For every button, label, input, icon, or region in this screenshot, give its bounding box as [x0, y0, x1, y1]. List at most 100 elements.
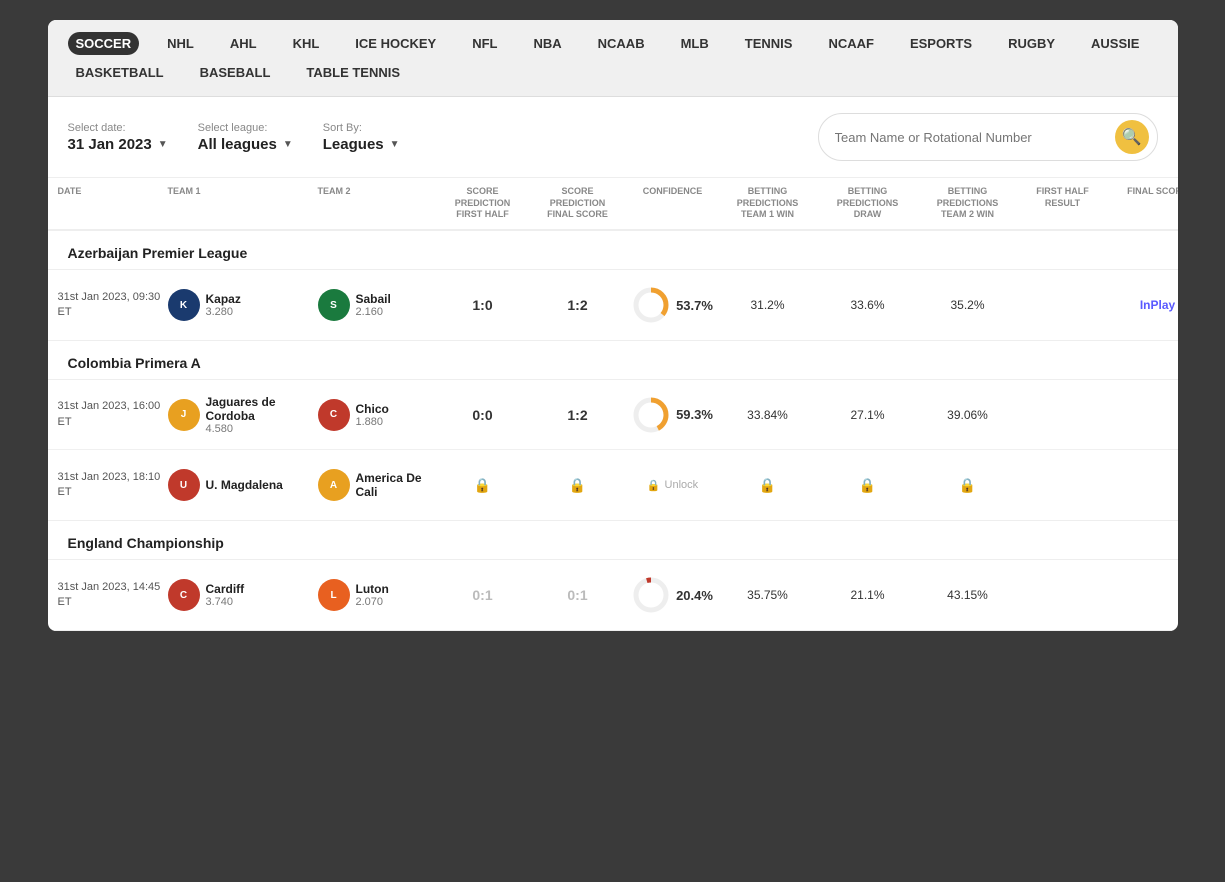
team1-name: Cardiff [206, 582, 245, 596]
bet-draw: 27.1% [818, 408, 918, 422]
filter-bar: Select date: 31 Jan 2023 ▼ Select league… [48, 97, 1178, 178]
col-first-result: FIRST HALFRESULT [1018, 186, 1108, 221]
score-first: 0:1 [438, 587, 528, 603]
nav-item-table-tennis[interactable]: TABLE TENNIS [298, 61, 408, 84]
sort-value[interactable]: Leagues ▼ [323, 136, 400, 153]
search-icon: 🔍 [1122, 127, 1142, 147]
lock-icon: 🔒 [474, 477, 491, 493]
nav-item-tennis[interactable]: TENNIS [737, 32, 801, 55]
nav-item-khl[interactable]: KHL [285, 32, 328, 55]
confidence-donut [632, 396, 670, 434]
confidence-pct: 59.3% [676, 407, 713, 422]
score-final-locked: 🔒 [528, 477, 628, 494]
score-final: 1:2 [528, 407, 628, 423]
confidence-cell-locked[interactable]: 🔒 Unlock [628, 479, 718, 492]
nav-item-nhl[interactable]: NHL [159, 32, 202, 55]
nav-item-esports[interactable]: ESPORTS [902, 32, 980, 55]
col-score-final: SCOREPREDICTIONFINAL SCORE [528, 186, 628, 221]
search-input[interactable] [835, 130, 1115, 145]
score-first-locked: 🔒 [438, 477, 528, 494]
league-title-colombia: Colombia Primera A [48, 341, 1178, 380]
nav-item-nfl[interactable]: NFL [464, 32, 505, 55]
final-score-result: InPlay [1108, 298, 1178, 312]
league-filter[interactable]: Select league: All leagues ▼ [198, 122, 293, 153]
lock-icon: 🔒 [959, 477, 976, 493]
table-row: 31st Jan 2023, 16:00 ET J Jaguares de Co… [48, 380, 1178, 450]
nav-item-aussie[interactable]: AUSSIE [1083, 32, 1147, 55]
nav-item-baseball[interactable]: BASEBALL [192, 61, 279, 84]
league-section-england: England Championship 31st Jan 2023, 14:4… [48, 521, 1178, 631]
team1-cell: U U. Magdalena [168, 469, 318, 501]
lock-icon: 🔒 [569, 477, 586, 493]
date-chevron-icon: ▼ [158, 139, 168, 150]
col-bet-team2: BETTINGPREDICTIONSTEAM 2 WIN [918, 186, 1018, 221]
league-chevron-icon: ▼ [283, 139, 293, 150]
confidence-cell: 59.3% [628, 396, 718, 434]
team2-cell: L Luton 2.070 [318, 579, 438, 611]
nav-item-ncaaf[interactable]: NCAAF [820, 32, 882, 55]
confidence-cell: 53.7% [628, 286, 718, 324]
lock-icon: 🔒 [859, 477, 876, 493]
table-row: 31st Jan 2023, 18:10 ET U U. Magdalena A… [48, 450, 1178, 520]
inplay-label: InPlay [1140, 298, 1175, 312]
nav-item-rugby[interactable]: RUGBY [1000, 32, 1063, 55]
col-bet-team1: BETTINGPREDICTIONSTEAM 1 WIN [718, 186, 818, 221]
nav-item-mlb[interactable]: MLB [673, 32, 717, 55]
nav-bar: SOCCER NHL AHL KHL ICE HOCKEY NFL NBA NC… [48, 20, 1178, 97]
match-date: 31st Jan 2023, 16:00 ET [58, 399, 168, 430]
team2-cell: S Sabail 2.160 [318, 289, 438, 321]
bet-team1: 31.2% [718, 298, 818, 312]
confidence-pct: 20.4% [676, 588, 713, 603]
table-row: 31st Jan 2023, 09:30 ET K Kapaz 3.280 S … [48, 270, 1178, 340]
team2-logo: A [318, 469, 350, 501]
col-confidence: CONFIDENCE [628, 186, 718, 221]
col-score-first: SCOREPREDICTIONFIRST HALF [438, 186, 528, 221]
nav-item-ahl[interactable]: AHL [222, 32, 265, 55]
search-bar[interactable]: 🔍 [818, 113, 1158, 161]
col-date: DATE [58, 186, 168, 221]
team2-name: Chico [356, 402, 389, 416]
team2-logo: S [318, 289, 350, 321]
nav-item-ncaab[interactable]: NCAAB [590, 32, 653, 55]
league-section-azerbaijan: Azerbaijan Premier League 31st Jan 2023,… [48, 231, 1178, 341]
nav-item-soccer[interactable]: SOCCER [68, 32, 140, 55]
score-first: 0:0 [438, 407, 528, 423]
bet-team1: 33.84% [718, 408, 818, 422]
team2-name: Luton [356, 582, 389, 596]
team1-odds: 3.740 [206, 596, 245, 608]
sort-filter[interactable]: Sort By: Leagues ▼ [323, 122, 400, 153]
bet-team2-locked: 🔒 [918, 477, 1018, 494]
nav-item-nba[interactable]: NBA [525, 32, 569, 55]
bet-draw: 21.1% [818, 588, 918, 602]
score-final: 0:1 [528, 587, 628, 603]
unlock-button[interactable]: 🔒 Unlock [647, 479, 698, 492]
team2-logo: L [318, 579, 350, 611]
team1-odds: 4.580 [206, 423, 318, 435]
team1-name: Jaguares de Cordoba [206, 395, 318, 423]
league-value[interactable]: All leagues ▼ [198, 136, 293, 153]
nav-item-basketball[interactable]: BASKETBALL [68, 61, 172, 84]
match-date: 31st Jan 2023, 18:10 ET [58, 470, 168, 501]
bet-team2: 35.2% [918, 298, 1018, 312]
league-label: Select league: [198, 122, 293, 134]
team2-cell: A America De Cali [318, 469, 438, 501]
nav-item-ice-hockey[interactable]: ICE HOCKEY [347, 32, 444, 55]
team1-logo: U [168, 469, 200, 501]
bet-team1-locked: 🔒 [718, 477, 818, 494]
team1-logo: K [168, 289, 200, 321]
team2-name: Sabail [356, 292, 391, 306]
bet-draw: 33.6% [818, 298, 918, 312]
league-title-england: England Championship [48, 521, 1178, 560]
bet-draw-locked: 🔒 [818, 477, 918, 494]
confidence-donut [632, 286, 670, 324]
team2-name: America De Cali [356, 471, 438, 499]
date-filter[interactable]: Select date: 31 Jan 2023 ▼ [68, 122, 168, 153]
main-container: SOCCER NHL AHL KHL ICE HOCKEY NFL NBA NC… [48, 20, 1178, 631]
team1-name: Kapaz [206, 292, 241, 306]
score-final: 1:2 [528, 297, 628, 313]
team1-name: U. Magdalena [206, 478, 283, 492]
league-title-azerbaijan: Azerbaijan Premier League [48, 231, 1178, 270]
search-button[interactable]: 🔍 [1115, 120, 1149, 154]
date-label: Select date: [68, 122, 168, 134]
date-value[interactable]: 31 Jan 2023 ▼ [68, 136, 168, 153]
